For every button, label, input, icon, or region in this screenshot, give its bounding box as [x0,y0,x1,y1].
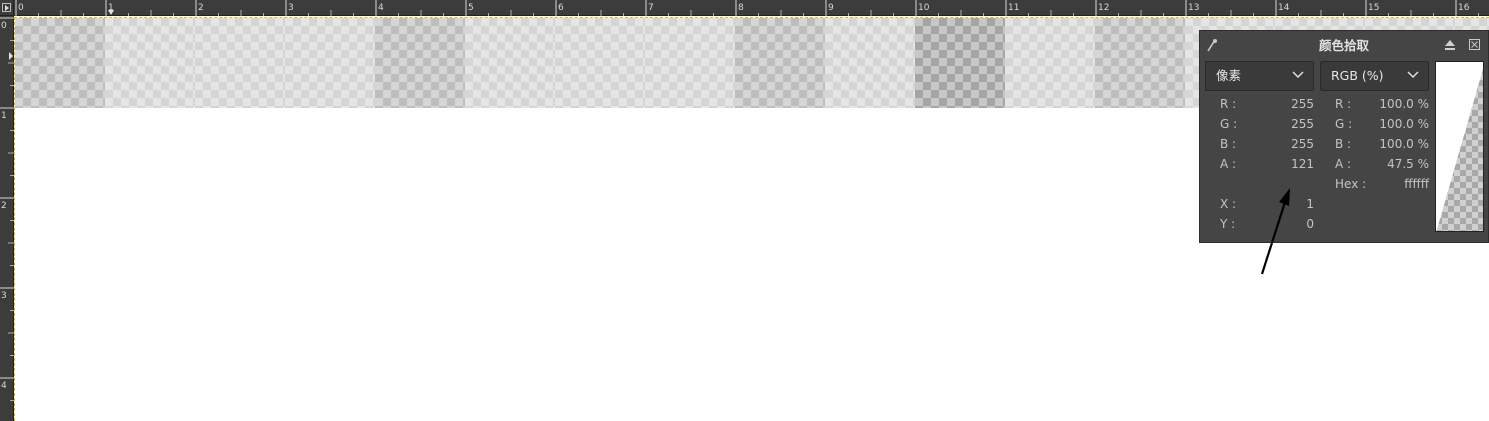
canvas-pixel[interactable] [195,18,285,108]
rgb-mode-value: RGB (%) [1331,68,1384,83]
color-swatch-preview [1436,68,1483,231]
canvas-pixel[interactable] [645,18,735,108]
right-a-label: A : [1335,157,1352,171]
left-b-label: B : [1220,137,1237,151]
canvas-pixel[interactable] [1005,18,1095,108]
right-g-label: G : [1335,117,1353,131]
canvas-pixel[interactable] [15,18,105,108]
left-r-label: R : [1220,97,1237,111]
ruler-label: 9 [828,3,834,13]
hex-label: Hex : [1335,177,1367,191]
right-a-value: 47.5 % [1387,157,1429,171]
left-g-label: G : [1220,117,1238,131]
ruler-label: 14 [1278,3,1290,13]
left-r-value: 255 [1291,97,1314,111]
ruler-label: 7 [648,3,654,13]
annotation-arrow [1260,188,1290,275]
ruler-label: 11 [1008,3,1019,13]
horizontal-ruler-ticks: 0 1 2 3 4 5 6 7 8 9 10 11 12 13 14 15 16 [15,0,1479,16]
ruler-corner[interactable] [0,0,14,16]
left-a-value: 121 [1291,157,1314,171]
left-b-value: 255 [1291,137,1314,151]
close-icon[interactable] [1468,38,1481,51]
left-a-label: A : [1220,157,1237,171]
layer-boundary-top [14,17,1489,18]
canvas-pixel[interactable] [825,18,915,108]
color-swatch [1435,61,1484,232]
ruler-label: 1 [1,111,7,121]
vertical-ruler[interactable]: 0 1 2 3 4 [0,16,14,421]
detach-icon[interactable] [1443,38,1457,52]
canvas-pixel[interactable] [465,18,555,108]
canvas-pixel[interactable] [1095,18,1185,108]
ruler-label: 5 [468,3,474,13]
ruler-label: 2 [198,3,204,13]
canvas-pixel[interactable] [735,18,825,108]
canvas-pixel[interactable] [375,18,465,108]
vertical-ruler-ticks: 0 1 2 3 4 [0,17,14,401]
color-picker-panel: 颜色拾取 像素 RGB (%) R : 255 G : 255 B : 255 … [1199,30,1489,243]
left-g-value: 255 [1291,117,1314,131]
ruler-label: 4 [378,3,384,13]
ruler-label: 0 [1,21,7,31]
chevron-down-icon [1292,71,1304,79]
right-b-value: 100.0 % [1379,137,1429,151]
ruler-label: 15 [1368,3,1379,13]
ruler-label: 10 [918,3,930,13]
ruler-label: 2 [1,201,7,211]
ruler-pointer-marker [9,52,13,60]
canvas-pixel[interactable] [105,18,195,108]
right-r-label: R : [1335,97,1352,111]
chevron-down-icon [1407,71,1419,79]
canvas-pixel[interactable] [915,18,1005,108]
pixel-mode-value: 像素 [1216,68,1242,83]
right-b-label: B : [1335,137,1352,151]
rgb-mode-dropdown[interactable]: RGB (%) [1320,61,1429,91]
x-label: X : [1220,197,1237,211]
canvas-pixel[interactable] [285,18,375,108]
y-label: Y : [1220,217,1236,231]
navigate-button-icon[interactable] [2,3,11,12]
right-r-value: 100.0 % [1379,97,1429,111]
ruler-label: 13 [1188,3,1199,13]
ruler-label: 8 [738,3,744,13]
ruler-label: 12 [1098,3,1109,13]
right-g-value: 100.0 % [1379,117,1429,131]
ruler-label: 3 [288,3,294,13]
canvas-pixel[interactable] [555,18,645,108]
layer-boundary-left [14,17,15,421]
pixel-mode-dropdown[interactable]: 像素 [1205,61,1314,91]
horizontal-ruler[interactable]: 0 1 2 3 4 5 6 7 8 9 10 11 12 13 14 15 16 [14,0,1489,16]
ruler-label: 16 [1458,3,1470,13]
ruler-label: 3 [1,291,7,301]
ruler-label: 0 [18,3,24,13]
ruler-label: 6 [558,3,564,13]
ruler-label: 4 [1,381,7,391]
hex-value: ffffff [1404,177,1429,191]
